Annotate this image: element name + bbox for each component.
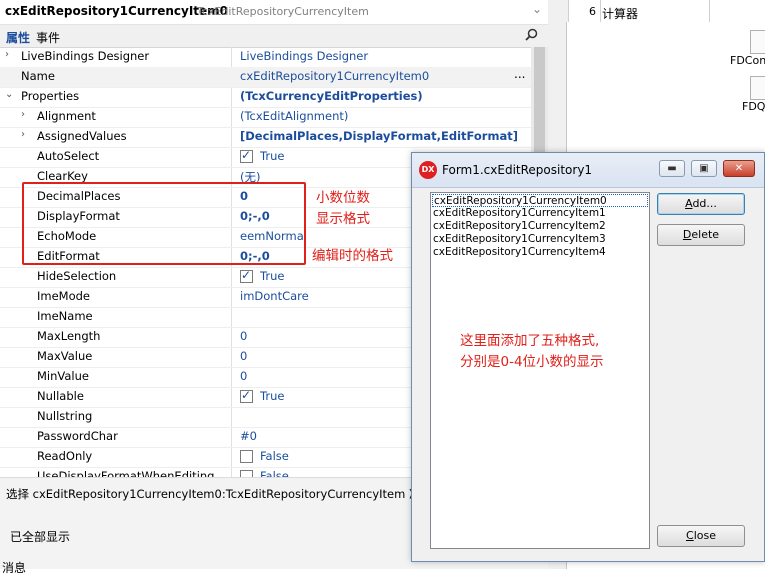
property-value[interactable]: #0: [240, 429, 257, 443]
property-name: ImeMode: [37, 289, 91, 303]
tab-properties[interactable]: 属性: [6, 29, 30, 46]
property-value[interactable]: True: [260, 149, 284, 163]
expand-arrow-icon[interactable]: ›: [21, 129, 25, 140]
property-name: Name: [21, 69, 55, 83]
property-name: AutoSelect: [37, 149, 100, 163]
property-row[interactable]: › Alignment (TcxEditAlignment): [0, 107, 531, 128]
tab-events[interactable]: 事件: [36, 29, 60, 46]
property-checkbox[interactable]: [240, 268, 253, 283]
fdconnection-label: FDConn: [730, 54, 765, 67]
list-item[interactable]: cxEditRepository1CurrencyItem0: [432, 194, 648, 207]
property-name: AssignedValues: [37, 129, 127, 143]
property-value[interactable]: imDontCare: [240, 289, 309, 303]
grid-row-number: 6: [589, 5, 596, 18]
inspector-object-selector[interactable]: cxEditRepository1CurrencyItem0 TcxEditRe…: [0, 0, 548, 25]
fdquery-label: FDQu: [742, 100, 765, 113]
property-value[interactable]: True: [260, 389, 284, 403]
property-value[interactable]: False: [260, 469, 289, 477]
dialog-annotation-line1: 这里面添加了五种格式,: [460, 333, 600, 349]
property-name: Properties: [21, 89, 80, 103]
property-value[interactable]: 0: [240, 349, 247, 363]
minimize-icon[interactable]: ▬: [659, 160, 685, 177]
property-row[interactable]: Name cxEditRepository1CurrencyItem0...: [0, 67, 531, 88]
property-value[interactable]: 0: [240, 369, 247, 383]
maximize-icon[interactable]: ▣: [691, 160, 717, 177]
property-name: MaxLength: [37, 329, 101, 343]
property-checkbox[interactable]: [240, 450, 253, 463]
property-value[interactable]: False: [260, 449, 289, 463]
property-name: ImeName: [37, 309, 93, 323]
list-item[interactable]: cxEditRepository1CurrencyItem3: [432, 233, 649, 246]
property-value[interactable]: True: [260, 269, 284, 283]
data-grid-fragment: 6 计算器: [568, 0, 765, 23]
property-name: UseDisplayFormatWhenEditing: [37, 469, 215, 477]
annotation-display-format: 显示格式: [316, 211, 370, 227]
dialog-title-bar[interactable]: DX Form1.cxEditRepository1 ▬ ▣ ✕: [412, 153, 764, 188]
annotation-decimal-places: 小数位数: [316, 190, 370, 206]
property-name: MaxValue: [37, 349, 93, 363]
selected-object-name: cxEditRepository1CurrencyItem0: [5, 4, 229, 18]
collapse-arrow-icon[interactable]: ⌄: [5, 89, 13, 100]
property-name: Nullable: [37, 389, 84, 403]
property-checkbox[interactable]: [240, 148, 253, 163]
list-item[interactable]: cxEditRepository1CurrencyItem2: [432, 220, 649, 233]
list-item[interactable]: cxEditRepository1CurrencyItem1: [432, 207, 649, 220]
property-name: ReadOnly: [37, 449, 93, 463]
property-name: Alignment: [37, 109, 96, 123]
property-checkbox[interactable]: [240, 470, 253, 477]
inspector-tabs: 属性 事件: [0, 25, 548, 48]
dialog-title: Form1.cxEditRepository1: [442, 163, 593, 177]
search-icon[interactable]: [525, 28, 538, 45]
status-text: 选择 cxEditRepository1CurrencyItem0:TcxEdi…: [6, 487, 444, 501]
property-value[interactable]: LiveBindings Designer: [240, 49, 368, 63]
expand-arrow-icon[interactable]: ›: [21, 109, 25, 120]
dx-logo-icon: DX: [419, 161, 437, 179]
property-value[interactable]: cxEditRepository1CurrencyItem0: [240, 69, 429, 83]
property-name: MinValue: [37, 369, 89, 383]
messages-label: 消息: [2, 561, 27, 575]
list-item[interactable]: cxEditRepository1CurrencyItem4: [432, 246, 649, 259]
fdquery-component-icon[interactable]: [750, 76, 765, 100]
property-value[interactable]: 0: [240, 329, 247, 343]
property-row[interactable]: › LiveBindings Designer LiveBindings Desig…: [0, 47, 531, 68]
dialog-annotation: 这里面添加了五种格式, 分别是0-4位小数的显示: [460, 331, 604, 373]
property-checkbox[interactable]: [240, 388, 253, 403]
delete-button[interactable]: Delete: [657, 224, 745, 246]
annotation-highlight-box: [22, 182, 306, 265]
expand-arrow-icon[interactable]: ›: [5, 49, 9, 60]
repository-editor-dialog: DX Form1.cxEditRepository1 ▬ ▣ ✕ cxEditR…: [411, 152, 765, 562]
property-row[interactable]: › AssignedValues [DecimalPlaces,DisplayFor…: [0, 127, 531, 148]
property-name: PasswordChar: [37, 429, 118, 443]
fdconnection-component-icon[interactable]: [750, 30, 765, 54]
property-name: LiveBindings Designer: [21, 49, 150, 63]
property-name: Nullstring: [37, 409, 93, 423]
dialog-annotation-line2: 分别是0-4位小数的显示: [460, 354, 604, 370]
close-icon[interactable]: ✕: [723, 160, 755, 177]
property-value[interactable]: (TcxEditAlignment): [240, 109, 348, 123]
repository-item-list[interactable]: cxEditRepository1CurrencyItem0 cxEditRep…: [430, 192, 650, 549]
close-button[interactable]: Close: [657, 525, 745, 547]
property-name: ClearKey: [37, 169, 88, 183]
property-value[interactable]: [DecimalPlaces,DisplayFormat,EditFormat]: [240, 129, 518, 143]
property-name: HideSelection: [37, 269, 117, 283]
show-all-label[interactable]: 已全部显示: [10, 528, 70, 545]
grid-cell-value: 计算器: [602, 7, 639, 21]
annotation-edit-format: 编辑时的格式: [312, 248, 393, 264]
ellipsis-button[interactable]: ...: [514, 67, 525, 81]
property-row[interactable]: ⌄ Properties (TcxCurrencyEditProperties): [0, 87, 531, 108]
add-button[interactable]: Add...: [657, 193, 745, 215]
chevron-down-icon[interactable]: ⌄: [532, 2, 542, 16]
selected-object-type: TcxEditRepositoryCurrencyItem: [197, 5, 369, 18]
property-value[interactable]: (TcxCurrencyEditProperties): [240, 89, 423, 103]
